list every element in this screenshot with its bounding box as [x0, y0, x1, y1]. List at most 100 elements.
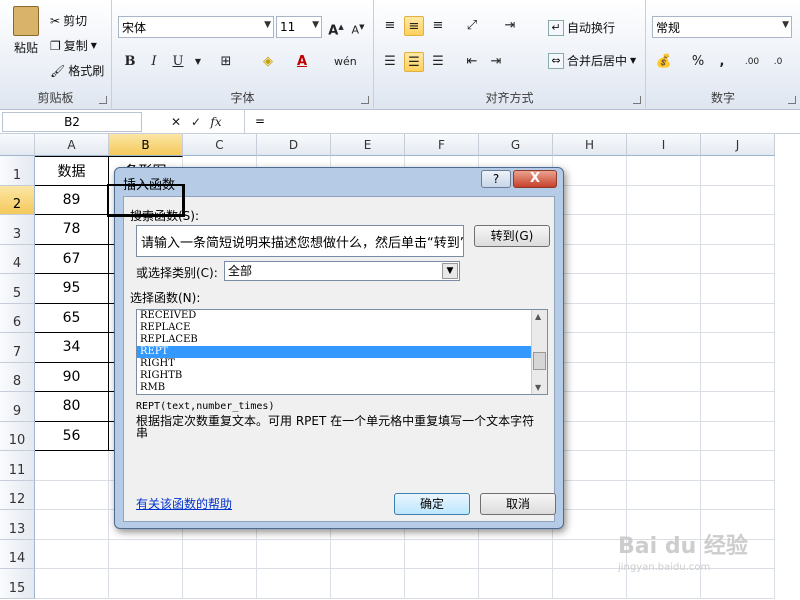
grid-cell[interactable]	[553, 510, 627, 540]
grid-cell[interactable]	[701, 480, 775, 510]
grid-cell[interactable]	[107, 183, 185, 217]
column-header-e[interactable]: E	[331, 134, 405, 156]
column-header-h[interactable]: H	[553, 134, 627, 156]
row-header[interactable]: 14	[0, 539, 35, 569]
font-launcher-icon[interactable]	[361, 96, 369, 104]
grid-cell[interactable]	[627, 451, 701, 481]
grid-cell[interactable]	[479, 539, 553, 569]
function-help-link[interactable]: 有关该函数的帮助	[136, 495, 232, 512]
align-bottom-icon[interactable]: ≡	[428, 16, 448, 36]
grid-cell[interactable]	[553, 156, 627, 186]
grid-cell[interactable]	[627, 185, 701, 215]
copy-button[interactable]: ❐ 复制 ▼	[50, 37, 97, 54]
go-button[interactable]: 转到(G)	[474, 225, 550, 247]
grid-cell[interactable]	[627, 421, 701, 451]
grid-cell[interactable]	[627, 392, 701, 422]
function-list-item[interactable]: REPLACE	[137, 322, 547, 334]
insert-function-icon[interactable]: fx	[206, 112, 226, 132]
merge-center-button[interactable]: ⇔ 合并后居中 ▼	[548, 52, 636, 69]
grid-cell[interactable]	[183, 569, 257, 599]
format-painter-button[interactable]: 🖌 格式刷	[50, 62, 104, 79]
grid-cell[interactable]	[627, 274, 701, 304]
clipboard-launcher-icon[interactable]	[99, 96, 107, 104]
grid-cell[interactable]: 95	[35, 274, 109, 304]
scroll-down-icon[interactable]: ▼	[535, 383, 541, 392]
search-input[interactable]: 请输入一条简短说明来描述您想做什么，然后单击“转到”	[136, 225, 464, 257]
cancel-button[interactable]: 取消	[480, 493, 556, 515]
grid-cell[interactable]	[405, 539, 479, 569]
align-left-icon[interactable]: ☰	[380, 52, 400, 72]
grid-cell[interactable]	[183, 539, 257, 569]
decrease-decimal-icon[interactable]: .0	[768, 52, 788, 72]
close-button[interactable]: X	[513, 170, 557, 188]
grid-cell[interactable]: 数据	[35, 156, 109, 186]
grid-cell[interactable]	[35, 510, 109, 540]
number-launcher-icon[interactable]	[788, 96, 796, 104]
grid-cell[interactable]: 67	[35, 244, 109, 274]
alignment-launcher-icon[interactable]	[633, 96, 641, 104]
grid-cell[interactable]	[701, 244, 775, 274]
column-header-b[interactable]: B	[109, 134, 183, 156]
grid-cell[interactable]	[405, 569, 479, 599]
grid-cell[interactable]	[553, 303, 627, 333]
align-top-icon[interactable]: ≡	[380, 16, 400, 36]
grid-cell[interactable]: 89	[35, 185, 109, 215]
row-header[interactable]: 13	[0, 510, 35, 540]
orientation-icon[interactable]: ⤢	[462, 16, 482, 36]
function-list-item[interactable]: RIGHTB	[137, 370, 547, 382]
grid-cell[interactable]	[701, 215, 775, 245]
fill-color-icon[interactable]: ◈	[258, 52, 278, 72]
row-header[interactable]: 6	[0, 303, 35, 333]
column-header-a[interactable]: A	[35, 134, 109, 156]
function-list-item[interactable]: RIGHT	[137, 358, 547, 370]
grid-cell[interactable]	[35, 569, 109, 599]
function-list-item[interactable]: REPT	[137, 346, 547, 358]
scroll-thumb[interactable]	[533, 352, 546, 370]
row-header[interactable]: 5	[0, 274, 35, 304]
grid-cell[interactable]	[701, 421, 775, 451]
grid-cell[interactable]	[627, 156, 701, 186]
comma-button[interactable]: ,	[712, 52, 732, 72]
indent-icon[interactable]: ⇥	[500, 16, 520, 36]
grid-cell[interactable]	[701, 303, 775, 333]
grid-cell[interactable]: 90	[35, 362, 109, 392]
grid-cell[interactable]	[35, 480, 109, 510]
grid-cell[interactable]	[701, 451, 775, 481]
row-header[interactable]: 2	[0, 185, 35, 215]
function-list-item[interactable]: REPLACEB	[137, 334, 547, 346]
function-list-item[interactable]: RECEIVED	[137, 310, 547, 322]
grid-cell[interactable]	[553, 215, 627, 245]
function-list[interactable]: RECEIVED REPLACE REPLACEB REPT RIGHT RIGHTB RM…	[136, 309, 548, 395]
grid-cell[interactable]	[627, 362, 701, 392]
category-select[interactable]: 全部 ▼	[224, 261, 460, 281]
grid-cell[interactable]	[701, 274, 775, 304]
grid-cell[interactable]	[553, 244, 627, 274]
grid-cell[interactable]: 56	[35, 421, 109, 451]
grid-cell[interactable]	[553, 274, 627, 304]
grid-cell[interactable]	[553, 451, 627, 481]
decrease-indent-icon[interactable]: ⇤	[462, 52, 482, 72]
scroll-up-icon[interactable]: ▲	[535, 312, 541, 321]
row-header[interactable]: 12	[0, 480, 35, 510]
increase-indent-icon[interactable]: ⇥	[486, 52, 506, 72]
grid-cell[interactable]	[553, 421, 627, 451]
chevron-down-icon[interactable]: ▼	[442, 263, 458, 279]
row-header[interactable]: 4	[0, 244, 35, 274]
grid-cell[interactable]	[701, 569, 775, 599]
list-scrollbar[interactable]: ▲ ▼	[531, 310, 547, 394]
font-color-icon[interactable]: A	[292, 52, 312, 72]
grid-cell[interactable]: 80	[35, 392, 109, 422]
column-header-f[interactable]: F	[405, 134, 479, 156]
font-size-select[interactable]: 11 ▼	[276, 16, 322, 38]
grid-cell[interactable]	[627, 244, 701, 274]
number-format-select[interactable]: 常规 ▼	[652, 16, 792, 38]
paste-button[interactable]: 粘贴	[6, 6, 46, 56]
font-name-select[interactable]: 宋体 ▼	[118, 16, 274, 38]
formula-input[interactable]: =	[244, 110, 800, 134]
row-header[interactable]: 9	[0, 392, 35, 422]
grid-cell[interactable]	[701, 185, 775, 215]
grow-font-icon[interactable]: A▲	[326, 17, 346, 38]
grid-cell[interactable]	[35, 451, 109, 481]
row-header[interactable]: 8	[0, 362, 35, 392]
underline-button[interactable]: U	[168, 52, 188, 72]
